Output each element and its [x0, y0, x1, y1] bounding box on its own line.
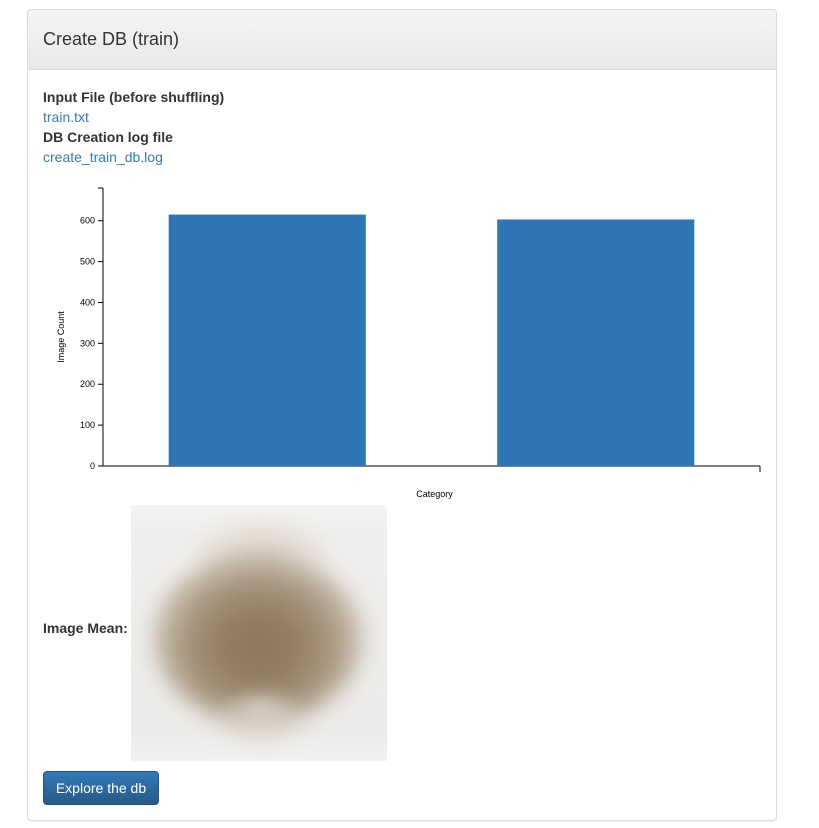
- log-file-label: DB Creation log file: [43, 129, 173, 145]
- y-tick-label: 500: [80, 257, 95, 267]
- image-mean-picture: [131, 505, 387, 761]
- x-axis: [98, 465, 761, 472]
- y-axis-label: Image Count: [56, 311, 66, 363]
- y-tick-label: 0: [90, 461, 95, 471]
- image-mean-row: Image Mean:: [28, 505, 776, 763]
- y-tick-label: 200: [80, 379, 95, 389]
- category-chart: 0 100 200 300 400 500 600 Image Count Category: [28, 180, 776, 520]
- panel-heading: Create DB (train): [28, 10, 776, 70]
- input-file-label: Input File (before shuffling): [43, 89, 225, 105]
- bar: [168, 214, 366, 466]
- panel-title: Create DB (train): [43, 29, 180, 49]
- bar: [497, 219, 695, 466]
- bar-chart-svg: 0 100 200 300 400 500 600 Image Count Category: [56, 187, 761, 499]
- log-file-link[interactable]: create_train_db.log: [43, 147, 761, 167]
- create-db-panel: Create DB (train) Input File (before shu…: [27, 9, 777, 821]
- x-axis-label: Category: [416, 489, 453, 499]
- image-mean-label: Image Mean:: [43, 620, 128, 636]
- input-file-link[interactable]: train.txt: [43, 107, 761, 127]
- y-axis: 0 100 200 300 400 500 600: [80, 187, 104, 471]
- bars: [168, 214, 695, 466]
- panel-body: Input File (before shuffling) train.txt …: [28, 70, 776, 167]
- y-tick-label: 300: [80, 338, 95, 348]
- y-tick-label: 400: [80, 297, 95, 307]
- explore-db-button[interactable]: Explore the db: [43, 771, 159, 805]
- y-tick-label: 100: [80, 420, 95, 430]
- y-tick-label: 600: [80, 216, 95, 226]
